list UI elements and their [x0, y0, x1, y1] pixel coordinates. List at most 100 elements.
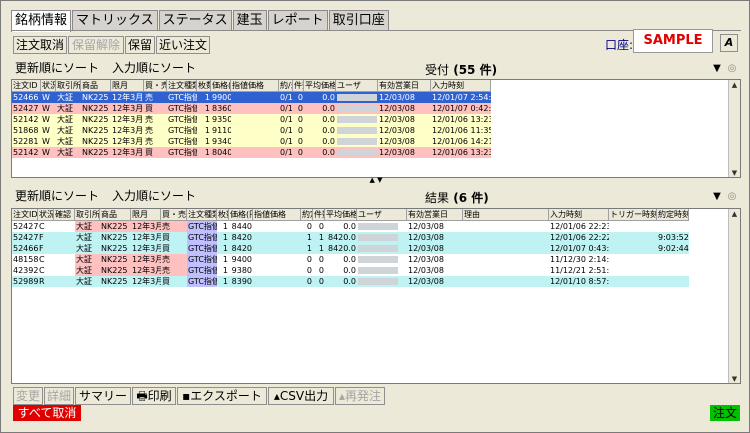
- column-header[interactable]: 指値価格: [231, 80, 279, 91]
- tab-status[interactable]: ステータス: [158, 10, 232, 31]
- detail-button[interactable]: 詳細: [44, 387, 74, 405]
- reorder-button[interactable]: ▴再発注: [335, 387, 385, 405]
- column-header[interactable]: 注文ID: [12, 80, 41, 91]
- table-row[interactable]: 51868 W 大証 NK225 12年3月売 GTC指値 1 9110 0/1 0 0.0 12/0…: [12, 125, 491, 136]
- column-header[interactable]: 限月: [111, 80, 144, 91]
- scroll-up-icon[interactable]: ▲: [729, 209, 740, 220]
- column-header[interactable]: 価格(円): [211, 80, 231, 91]
- table-cell: 8440: [231, 222, 252, 231]
- funnel-icon[interactable]: ▼: [711, 191, 723, 203]
- column-header[interactable]: 商品: [100, 209, 131, 220]
- table-row[interactable]: 52466 F 大証 NK225 12年3月買 GTC指値 1 8420 1 1 8420.0 12/…: [12, 243, 689, 254]
- table-cell: 12年3月: [112, 104, 144, 113]
- column-header[interactable]: 約/未: [279, 80, 293, 91]
- table-row[interactable]: 52466 W 大証 NK225 12年3月売 GTC指値 1 9900 0/1 0 0.0 12/0…: [12, 92, 491, 103]
- column-header[interactable]: 買・売: [144, 80, 167, 91]
- column-header[interactable]: 平均価格: [325, 209, 357, 220]
- table-cell: 大証: [76, 244, 92, 253]
- table-row[interactable]: 52427 C 大証 NK225 12年3月売 GTC指値 1 8440 0 0 0.0 12/03/…: [12, 221, 689, 232]
- summary-button[interactable]: サマリー: [75, 387, 131, 405]
- column-header[interactable]: 限月: [131, 209, 161, 220]
- tab-report[interactable]: レポート: [267, 10, 328, 31]
- table-cell: 8420: [231, 233, 252, 242]
- vertical-scrollbar[interactable]: ▲ ▼: [728, 209, 740, 383]
- table-cell: 0.0: [322, 93, 335, 102]
- tab-positions[interactable]: 建玉: [232, 10, 267, 31]
- column-header[interactable]: 価格(円): [229, 209, 253, 220]
- column-header[interactable]: 理由: [463, 209, 549, 220]
- column-header[interactable]: 枚数: [197, 80, 211, 91]
- scroll-down-icon[interactable]: ▼: [729, 168, 740, 177]
- sort-by-update-button-results[interactable]: 更新順にソート: [13, 187, 102, 205]
- cancel-order-button[interactable]: 注文取消: [13, 36, 67, 54]
- table-row[interactable]: 52989 R 大証 NK225 12年3月買 GTC指値 1 8390 0 0 0.0 12/03/…: [12, 276, 689, 287]
- column-header[interactable]: 注文種類: [187, 209, 217, 220]
- tab-matrix[interactable]: マトリックス: [72, 10, 158, 31]
- sort-by-entry-button-results[interactable]: 入力順にソート: [110, 187, 199, 205]
- splitter[interactable]: ▲ ▼: [11, 177, 741, 184]
- table-row[interactable]: 48158 C 大証 NK225 12年3月売 GTC指値 1 9400 0 0 0.0 12/03/…: [12, 254, 689, 265]
- table-cell: 1: [222, 277, 228, 286]
- table-row[interactable]: 52427 W 大証 NK225 12年3月買 GTC指値 1 8360 0/1 0 0.0 12/0…: [12, 103, 491, 114]
- sort-by-entry-button[interactable]: 入力順にソート: [110, 59, 199, 77]
- table-row[interactable]: 42392 C 大証 NK225 12年3月売 GTC指値 1 9380 0 0 0.0 12/03/…: [12, 265, 689, 276]
- tab-symbol-info[interactable]: 銘柄情報: [11, 10, 72, 32]
- column-header[interactable]: 取引所: [75, 209, 100, 220]
- csv-label: CSV出力: [279, 389, 329, 403]
- table-row[interactable]: 52281 W 大証 NK225 12年3月売 GTC指値 1 9340 0/1 0 0.0 12/0…: [12, 136, 491, 147]
- near-order-button[interactable]: 近い注文: [156, 36, 210, 54]
- received-title-text: 受付: [425, 63, 450, 77]
- column-header[interactable]: 約定時刻: [657, 209, 689, 220]
- user-redacted: [358, 234, 398, 241]
- order-button[interactable]: 注文: [710, 405, 740, 421]
- column-header[interactable]: 入力時刻: [549, 209, 609, 220]
- funnel-icon[interactable]: ▼: [711, 63, 723, 75]
- print-button[interactable]: 🖶印刷: [132, 387, 176, 405]
- table-cell: 12/03/08: [408, 233, 444, 242]
- column-header[interactable]: 指値価格: [253, 209, 301, 220]
- results-title-text: 結果: [425, 191, 450, 205]
- table-cell: NK225: [100, 221, 131, 232]
- column-header[interactable]: 有効営業日: [407, 209, 463, 220]
- export-button[interactable]: ▪エクスポート: [177, 387, 267, 405]
- column-header[interactable]: 状況: [41, 80, 56, 91]
- cancel-all-button[interactable]: すべて取消: [13, 405, 81, 421]
- release-hold-button[interactable]: 保留解除: [68, 36, 124, 54]
- hold-button[interactable]: 保留: [125, 36, 155, 54]
- tab-account[interactable]: 取引口座: [328, 10, 389, 31]
- scroll-down-icon[interactable]: ▼: [729, 374, 740, 383]
- column-header[interactable]: 件数: [313, 209, 325, 220]
- table-row[interactable]: 52142 W 大証 NK225 12年3月売 GTC指値 1 9350 0/1 0 0.0 12/0…: [12, 114, 491, 125]
- table-cell: 0: [318, 255, 324, 264]
- column-header[interactable]: 商品: [81, 80, 111, 91]
- table-cell: W: [42, 126, 50, 135]
- column-header[interactable]: 枚数: [217, 209, 229, 220]
- column-header[interactable]: 有効営業日: [378, 80, 431, 91]
- table-row[interactable]: 52142 W 大証 NK225 12年3月買 GTC指値 1 8040 0/1 0 0.0 12/0…: [12, 147, 491, 158]
- table-cell: W: [42, 93, 50, 102]
- table-cell: 0: [297, 126, 303, 135]
- column-header[interactable]: 入力時刻: [431, 80, 491, 91]
- column-header[interactable]: ユーザ: [357, 209, 407, 220]
- column-header[interactable]: 注文ID: [12, 209, 38, 220]
- sort-by-update-button[interactable]: 更新順にソート: [13, 59, 102, 77]
- vertical-scrollbar[interactable]: ▲ ▼: [728, 80, 740, 177]
- column-header[interactable]: 約定: [301, 209, 313, 220]
- column-header[interactable]: 取引所: [56, 80, 81, 91]
- column-header[interactable]: 注文種類: [167, 80, 197, 91]
- settings-icon[interactable]: ◎: [726, 191, 738, 203]
- column-header[interactable]: ユーザ: [336, 80, 378, 91]
- column-header[interactable]: 確認: [54, 209, 75, 220]
- column-header[interactable]: 状況: [38, 209, 54, 220]
- scroll-up-icon[interactable]: ▲: [729, 80, 740, 91]
- csv-output-button[interactable]: ▴CSV出力: [268, 387, 334, 405]
- font-size-button[interactable]: A: [720, 34, 738, 52]
- column-header[interactable]: トリガー時刻: [609, 209, 657, 220]
- table-cell: 買: [162, 277, 170, 286]
- table-row[interactable]: 52427 F 大証 NK225 12年3月買 GTC指値 1 8420 1 1 8420.0 12/…: [12, 232, 689, 243]
- column-header[interactable]: 買・売: [161, 209, 187, 220]
- column-header[interactable]: 平均価格: [304, 80, 336, 91]
- column-header[interactable]: 件数: [293, 80, 304, 91]
- change-button[interactable]: 変更: [13, 387, 43, 405]
- settings-icon[interactable]: ◎: [726, 63, 738, 75]
